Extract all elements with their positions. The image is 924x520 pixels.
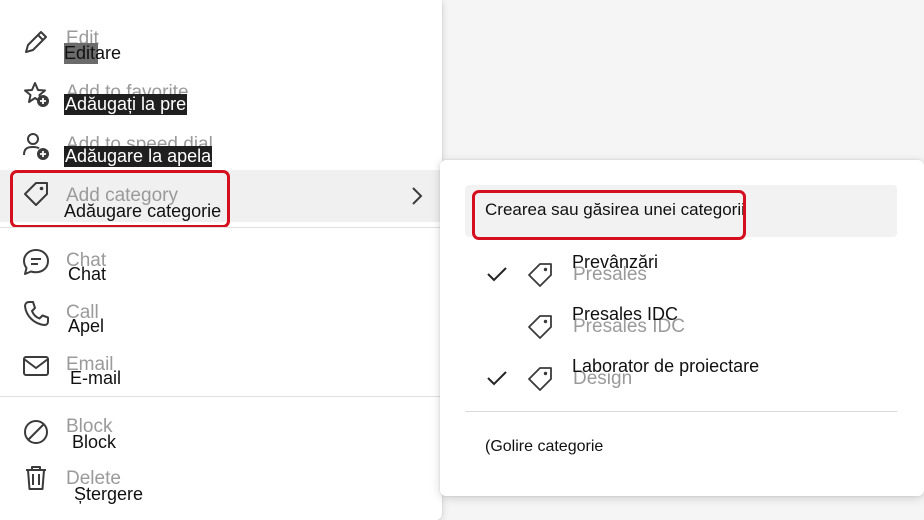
trash-icon [20,462,52,494]
category-item-presales[interactable]: Presales Prevânzări [465,248,897,300]
phone-icon [20,298,52,330]
menu-divider [0,227,442,228]
tag-icon [525,260,555,290]
menu-item-chat-label: Chat [68,264,107,284]
menu-item-add-to-favorite[interactable]: Add to favorite Adăugați la pre [0,66,442,118]
menu-item-add-category-label: Adăugare categorie [64,201,222,221]
category-presales-idc-label: Presales IDC [572,304,679,324]
menu-item-add-category[interactable]: Add category Adăugare categorie [0,170,442,222]
category-submenu: Crearea sau găsirea unei categorii Presa… [440,160,924,496]
menu-item-add-to-speed-dial[interactable]: Add to speed dial Adăugare la apela [0,118,442,170]
category-presales-label: Prevânzări [572,252,659,272]
category-item-design[interactable]: Design Laborator de proiectare [465,352,897,404]
menu-item-block-label: Block [72,432,117,452]
menu-item-call-label: Apel [68,316,105,336]
create-or-find-category-label: Crearea sau găsirea unei categorii [485,200,745,219]
checkmark-icon [485,264,509,284]
clear-category-button[interactable]: (Golire categorie [485,438,603,456]
create-or-find-category-field[interactable]: Crearea sau găsirea unei categorii [465,185,897,237]
person-add-icon [20,130,52,162]
menu-item-delete-label: Ștergere [74,484,144,504]
menu-item-edit[interactable]: Edit Editare [0,14,442,66]
menu-item-email[interactable]: Email E-mail [0,338,442,390]
mail-icon [20,350,52,382]
menu-divider [0,396,442,397]
menu-item-call[interactable]: Call Apel [0,286,442,338]
star-add-icon [20,78,52,110]
menu-item-block[interactable]: Block Block [0,404,442,456]
menu-item-chat[interactable]: Chat Chat [0,234,442,286]
menu-item-delete[interactable]: Delete Ștergere [0,456,442,508]
chat-icon [20,246,52,278]
category-item-presales-idc[interactable]: Presales IDC Presales IDC [465,300,897,352]
block-icon [20,416,52,448]
submenu-divider [465,411,897,412]
menu-item-edit-label: Editare [64,43,122,64]
menu-item-email-label: E-mail [70,368,122,388]
category-design-label: Laborator de proiectare [572,356,760,376]
tag-icon [20,178,52,210]
menu-item-add-to-favorite-label: Adăugați la pre [64,94,188,115]
tag-icon [525,312,555,342]
menu-item-add-to-speed-dial-label: Adăugare la apela [64,146,213,167]
checkmark-icon [485,368,509,388]
tag-icon [525,364,555,394]
pencil-icon [20,26,52,58]
context-menu: Edit Editare Add to favorite Adăugați la… [0,0,442,520]
chevron-right-icon [410,186,424,206]
